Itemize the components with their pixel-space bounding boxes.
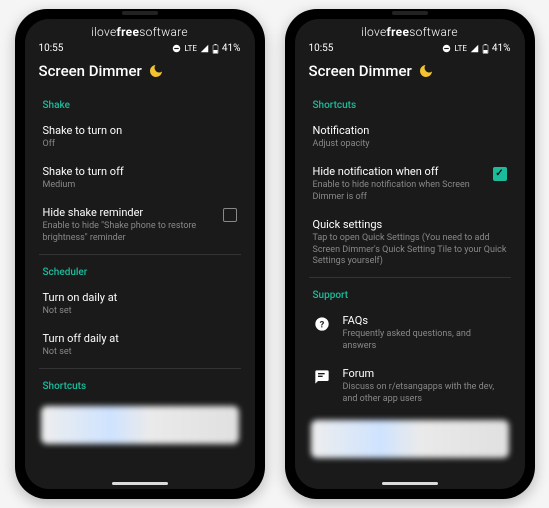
setting-sub: Discuss on r/etsangapps with the dev, an…: [343, 382, 507, 405]
status-battery-pct: 41%: [222, 43, 241, 54]
divider: [39, 368, 241, 369]
status-time: 10:55: [309, 43, 334, 54]
setting-sub: Tap to open Quick Settings (You need to …: [313, 233, 507, 268]
divider: [309, 277, 511, 278]
moon-icon: [148, 63, 164, 79]
setting-sub: Medium: [43, 180, 237, 192]
speaker-slot: [392, 11, 428, 15]
watermark-text: ilove: [361, 25, 386, 39]
signal-icon: [470, 44, 479, 53]
app-title: Screen Dimmer: [39, 62, 142, 80]
setting-notification[interactable]: Notification Adjust opacity: [309, 117, 511, 158]
divider: [39, 254, 241, 255]
setting-sub: Enable to hide "Shake phone to restore b…: [43, 221, 215, 244]
setting-title: Shake to turn off: [43, 165, 237, 179]
checkbox-hide-notification[interactable]: [493, 167, 507, 181]
watermark: ilovefreesoftware: [25, 19, 255, 41]
dnd-icon: [172, 44, 181, 53]
battery-icon: [212, 44, 219, 54]
setting-hide-shake-reminder[interactable]: Hide shake reminder Enable to hide "Shak…: [39, 199, 241, 252]
screen-right: ilovefreesoftware 10:55 LTE 41% Screen D…: [295, 19, 525, 489]
section-header-support: Support: [309, 280, 511, 307]
setting-sub: Adjust opacity: [313, 139, 507, 151]
section-header-scheduler: Scheduler: [39, 257, 241, 284]
setting-title: Notification: [313, 124, 507, 138]
nav-pill[interactable]: [382, 482, 438, 485]
setting-forum[interactable]: Forum Discuss on r/etsangapps with the d…: [309, 360, 511, 413]
status-time: 10:55: [39, 43, 64, 54]
section-header-shake: Shake: [39, 90, 241, 117]
setting-sub: Enable to hide notification when Screen …: [313, 180, 485, 203]
phone-right: ilovefreesoftware 10:55 LTE 41% Screen D…: [285, 9, 535, 499]
svg-text:?: ?: [319, 319, 324, 330]
phone-left: ilovefreesoftware 10:55 LTE 41% Screen D…: [15, 9, 265, 499]
status-network: LTE: [454, 44, 467, 53]
setting-quick-settings[interactable]: Quick settings Tap to open Quick Setting…: [309, 211, 511, 275]
checkbox-hide-shake[interactable]: [223, 208, 237, 222]
dnd-icon: [442, 44, 451, 53]
blurred-region: [311, 420, 509, 458]
setting-title: FAQs: [343, 314, 507, 328]
status-bar: 10:55 LTE 41%: [295, 41, 525, 58]
section-header-shortcuts: Shortcuts: [39, 371, 241, 398]
setting-shake-off[interactable]: Shake to turn off Medium: [39, 158, 241, 199]
screen-left: ilovefreesoftware 10:55 LTE 41% Screen D…: [25, 19, 255, 489]
nav-pill[interactable]: [112, 482, 168, 485]
app-header: Screen Dimmer: [25, 58, 255, 90]
watermark-tail: software: [409, 25, 458, 39]
setting-title: Forum: [343, 367, 507, 381]
settings-content-right[interactable]: Shortcuts Notification Adjust opacity Hi…: [295, 90, 525, 489]
setting-turn-off-daily[interactable]: Turn off daily at Not set: [39, 325, 241, 366]
setting-turn-on-daily[interactable]: Turn on daily at Not set: [39, 284, 241, 325]
setting-sub: Off: [43, 139, 237, 151]
setting-title: Turn off daily at: [43, 332, 237, 346]
status-network: LTE: [184, 44, 197, 53]
signal-icon: [200, 44, 209, 53]
help-icon: ?: [313, 315, 331, 333]
setting-title: Shake to turn on: [43, 124, 237, 138]
speaker-slot: [122, 11, 158, 15]
status-bar: 10:55 LTE 41%: [25, 41, 255, 58]
status-battery-pct: 41%: [492, 43, 511, 54]
battery-icon: [482, 44, 489, 54]
watermark-text: ilove: [91, 25, 116, 39]
setting-sub: Not set: [43, 347, 237, 359]
setting-sub: Frequently asked questions, and answers: [343, 329, 507, 352]
app-title: Screen Dimmer: [309, 62, 412, 80]
watermark-tail: software: [139, 25, 188, 39]
watermark-bold: free: [117, 25, 140, 39]
forum-icon: [313, 368, 331, 386]
settings-content-left[interactable]: Shake Shake to turn on Off Shake to turn…: [25, 90, 255, 489]
setting-hide-notification[interactable]: Hide notification when off Enable to hid…: [309, 158, 511, 211]
setting-title: Hide notification when off: [313, 165, 485, 179]
setting-sub: Not set: [43, 306, 237, 318]
section-header-shortcuts: Shortcuts: [309, 90, 511, 117]
watermark-bold: free: [387, 25, 410, 39]
watermark: ilovefreesoftware: [295, 19, 525, 41]
app-header: Screen Dimmer: [295, 58, 525, 90]
setting-faqs[interactable]: ? FAQs Frequently asked questions, and a…: [309, 307, 511, 360]
setting-shake-on[interactable]: Shake to turn on Off: [39, 117, 241, 158]
setting-title: Turn on daily at: [43, 291, 237, 305]
setting-title: Quick settings: [313, 218, 507, 232]
setting-title: Hide shake reminder: [43, 206, 215, 220]
blurred-region: [41, 406, 239, 444]
moon-icon: [418, 63, 434, 79]
